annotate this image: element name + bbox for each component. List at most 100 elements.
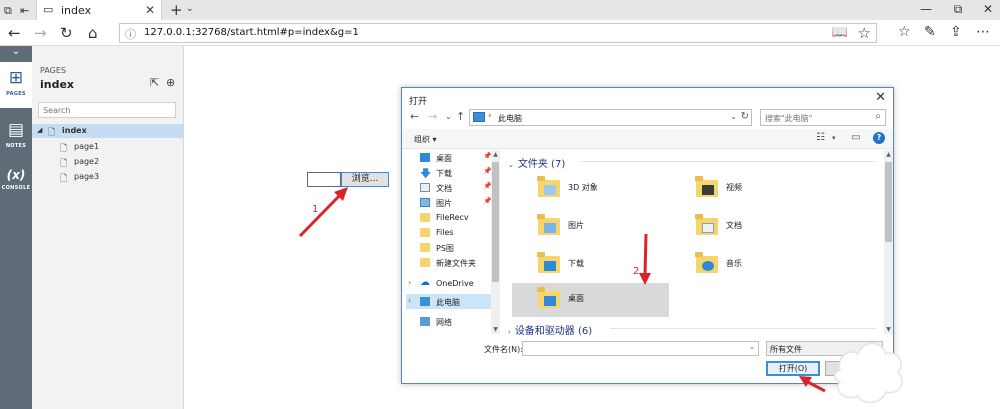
filename-input[interactable]: ⌄ (522, 341, 759, 356)
refresh-icon[interactable]: ↻ (741, 111, 749, 122)
scroll-up-icon[interactable]: ▲ (491, 151, 500, 158)
scroll-up-icon[interactable]: ▲ (884, 151, 893, 158)
rail-console[interactable]: (x) CONSOLE (0, 162, 32, 208)
forward-icon[interactable]: → (428, 110, 437, 123)
devices-group-label: 设备和驱动器 (6) (514, 326, 593, 337)
dialog-nav-pane: 桌面 📌 🡇 下载 📌 文档 📌 图片 📌 FileRecv Files PS图… (406, 150, 500, 334)
rail-pages[interactable]: ⊞ PAGES (0, 62, 32, 108)
nav-item-files[interactable]: Files (406, 225, 494, 240)
tab-actions-icon[interactable]: ⧉ (4, 4, 12, 18)
nav-item-ps[interactable]: PS图 (406, 240, 494, 255)
nav-item-new-folder[interactable]: 新建文件夹 (406, 255, 494, 270)
forward-icon[interactable]: → (34, 24, 47, 42)
devices-group-header[interactable]: › 设备和驱动器 (6) (508, 322, 878, 337)
content-scrollbar[interactable]: ▲ ▼ (884, 150, 893, 334)
help-icon[interactable]: ? (873, 132, 885, 144)
reading-view-icon[interactable]: 📖 (832, 25, 848, 40)
dialog-path-bar[interactable]: › 此电脑 ⌄ ↻ (469, 109, 752, 126)
video-folder-icon (695, 176, 718, 197)
tab-aside-icon[interactable]: ⇤ (20, 4, 29, 17)
tab-title: index (61, 4, 92, 17)
pen-icon[interactable]: ✎ (924, 24, 936, 40)
new-tab-icon[interactable]: + (170, 1, 183, 19)
pages-search-input[interactable] (38, 102, 176, 118)
nav-item-filerecv[interactable]: FileRecv (406, 210, 494, 225)
browse-button[interactable]: 浏览... (341, 172, 389, 187)
file-input[interactable]: 浏览... (307, 172, 389, 187)
nav-item-label: 桌面 (436, 154, 452, 163)
nav-item-onedrive[interactable]: › ☁ OneDrive (406, 276, 494, 291)
collapse-chevron-icon[interactable]: ⌄ (0, 46, 32, 60)
nav-item-downloads[interactable]: 🡇 下载 📌 (406, 165, 494, 180)
nav-item-this-pc[interactable]: › 此电脑 (406, 294, 494, 309)
expand-arrow-icon[interactable]: ◢ (37, 126, 42, 134)
filename-dropdown-icon[interactable]: ⌄ (749, 343, 755, 351)
nav-item-label: FileRecv (436, 213, 469, 222)
nav-item-network[interactable]: 网络 (406, 314, 494, 329)
scroll-thumb[interactable] (492, 162, 499, 282)
path-dropdown-icon[interactable]: ⌄ (730, 112, 737, 121)
notes-icon: ▤ (7, 120, 25, 140)
more-icon[interactable]: ⋯ (976, 24, 990, 40)
recent-chevron-icon[interactable]: ⌄ (445, 112, 452, 121)
close-tab-icon[interactable]: ✕ (145, 3, 155, 17)
divider (580, 161, 876, 162)
restore-icon[interactable]: ⧉ (948, 2, 968, 17)
left-rail: ⌄ ⊞ PAGES ▤ NOTES (x) CONSOLE (0, 46, 32, 409)
desktop-folder-icon (537, 287, 560, 308)
folders-group-header[interactable]: ⌄ 文件夹 (7) (508, 155, 878, 170)
folder-item-desktop[interactable]: 桌面 (512, 283, 669, 317)
rail-notes[interactable]: ▤ NOTES (0, 114, 32, 160)
view-options-icon[interactable]: ☷ (816, 132, 825, 143)
folder-item-label: 图片 (568, 221, 584, 230)
dialog-content: ⌄ 文件夹 (7) 3D 对象 视频 图片 文档 下载 音乐 桌面 › 设备和驱… (506, 150, 882, 337)
scroll-thumb[interactable] (885, 162, 892, 242)
favorite-star-icon[interactable]: ☆ (858, 24, 871, 42)
view-dropdown-icon[interactable]: ▾ (832, 134, 836, 142)
tree-item-page2[interactable]: 🗋 page2 (32, 155, 184, 169)
folder-item-3d[interactable]: 3D 对象 (512, 172, 668, 205)
share-icon[interactable]: ⇪ (950, 24, 962, 40)
tree-item-index[interactable]: ◢ 🗋 index (32, 124, 184, 138)
chevron-down-icon[interactable]: ⌄ (186, 4, 194, 14)
folder-item-documents[interactable]: 文档 (670, 210, 826, 243)
scroll-down-icon[interactable]: ▼ (491, 326, 500, 333)
folder-item-downloads[interactable]: 下载 (512, 248, 668, 281)
back-icon[interactable]: ← (410, 110, 419, 123)
up-icon[interactable]: ↑ (456, 110, 465, 123)
expand-icon[interactable]: › (408, 296, 411, 305)
expand-chevron-icon: › (508, 328, 511, 336)
folder-item-videos[interactable]: 视频 (670, 172, 826, 205)
home-icon[interactable]: ⌂ (88, 24, 98, 42)
dialog-close-icon[interactable]: ✕ (875, 90, 886, 105)
favorites-icon[interactable]: ☆ (898, 24, 911, 40)
folder-item-music[interactable]: 音乐 (670, 248, 826, 281)
refresh-icon[interactable]: ↻ (60, 24, 73, 42)
export-icon[interactable]: ⇱ (150, 76, 159, 89)
minimize-icon[interactable]: — (916, 2, 936, 16)
path-separator-icon: › (488, 111, 492, 121)
nav-item-label: Files (436, 228, 454, 237)
tree-item-page3[interactable]: 🗋 page3 (32, 170, 184, 184)
nav-item-desktop[interactable]: 桌面 📌 (406, 150, 494, 165)
back-icon[interactable]: ← (8, 24, 21, 42)
browser-tab[interactable]: ▭ index ✕ (36, 0, 162, 20)
locate-icon[interactable]: ⊕ (166, 76, 175, 89)
dialog-search-input[interactable]: 搜索"此电脑" ⌕ (760, 109, 886, 126)
folder-item-label: 桌面 (568, 294, 584, 303)
nav-item-pictures[interactable]: 图片 📌 (406, 195, 494, 210)
file-path-box[interactable] (307, 172, 341, 187)
open-button[interactable]: 打开(O) (766, 361, 820, 376)
address-bar[interactable]: ⓘ 127.0.0.1:32768/start.html#p=index&g=1… (119, 23, 877, 43)
nav-item-documents[interactable]: 文档 📌 (406, 180, 494, 195)
close-window-icon[interactable]: ✕ (978, 2, 998, 16)
pages-panel: PAGES index ⇱ ⊕ ◢ 🗋 index 🗋 page1 🗋 page… (32, 46, 184, 409)
tree-item-page1[interactable]: 🗋 page1 (32, 140, 184, 154)
nav-scrollbar[interactable]: ▲ ▼ (491, 150, 500, 334)
expand-icon[interactable]: › (408, 278, 411, 287)
organize-menu[interactable]: 组织 ▾ (414, 134, 437, 145)
computer-icon (473, 112, 485, 122)
sitemap-icon: ⊞ (8, 68, 24, 88)
folder-item-pictures[interactable]: 图片 (512, 210, 668, 243)
preview-pane-icon[interactable]: ▭ (851, 132, 860, 143)
